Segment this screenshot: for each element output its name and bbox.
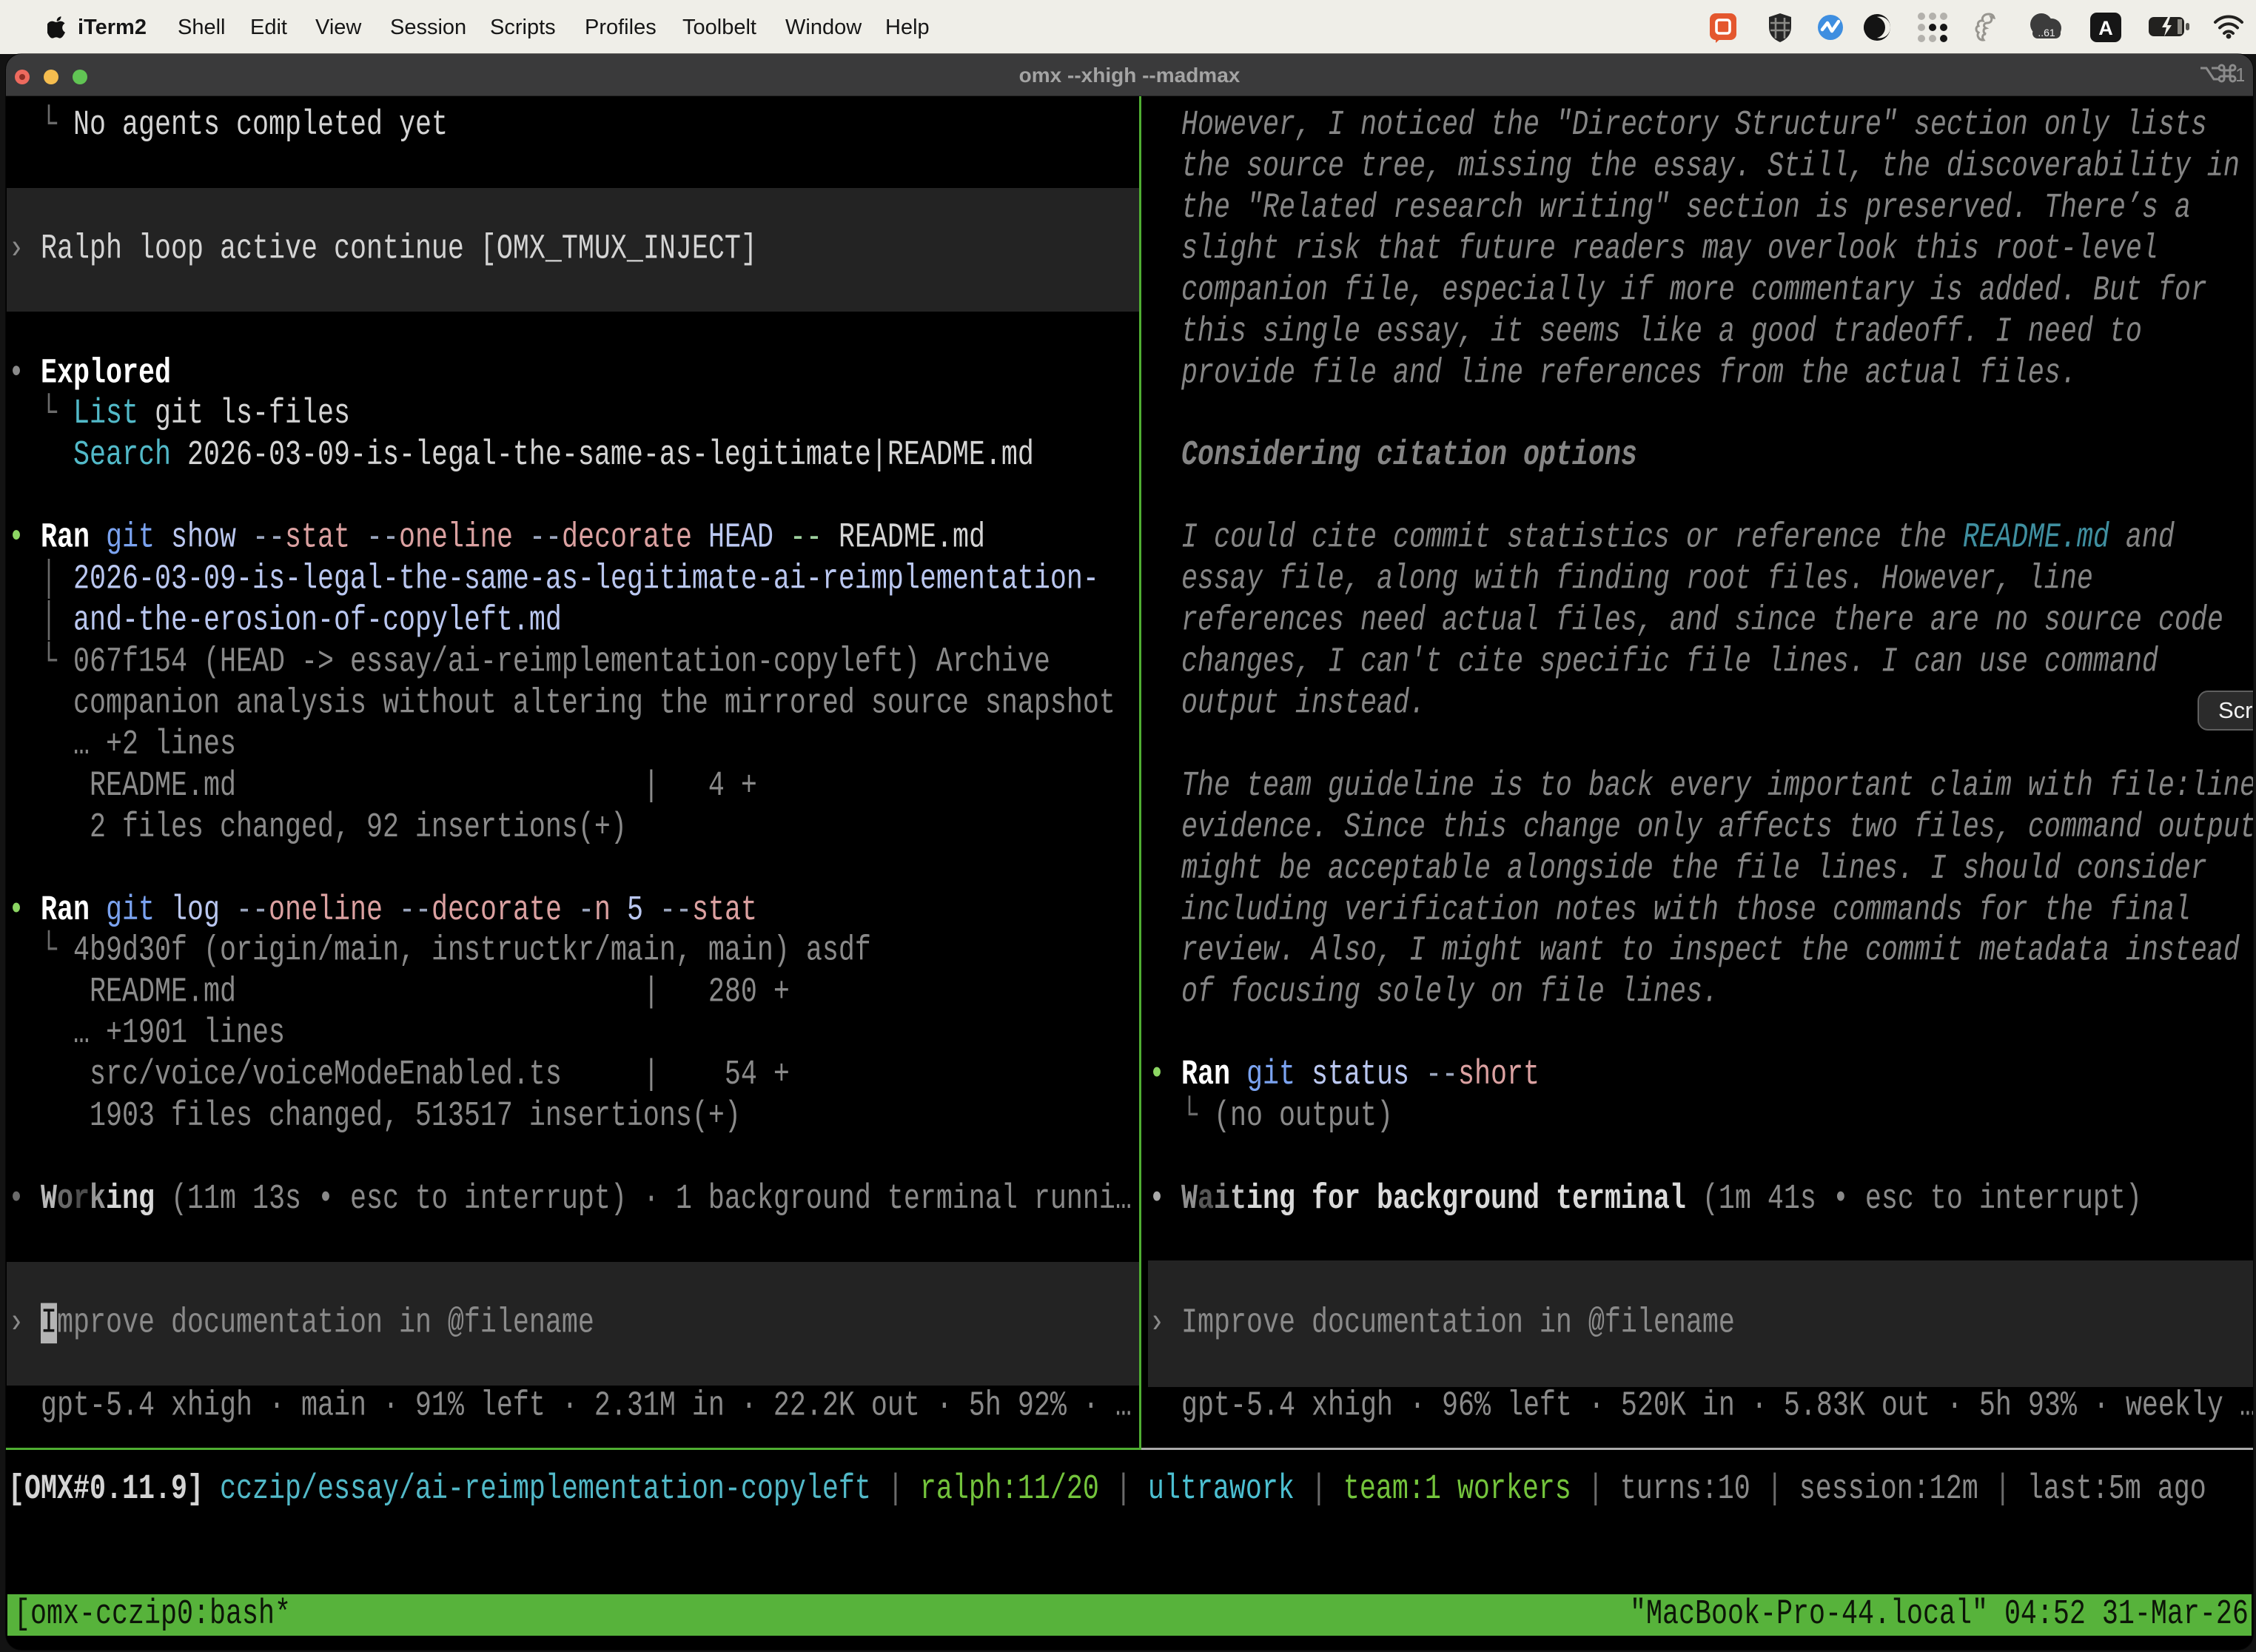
- svg-text:1: 1: [2235, 64, 2244, 86]
- svg-text:..61: ..61: [2038, 27, 2055, 38]
- svg-text:A: A: [2098, 17, 2113, 39]
